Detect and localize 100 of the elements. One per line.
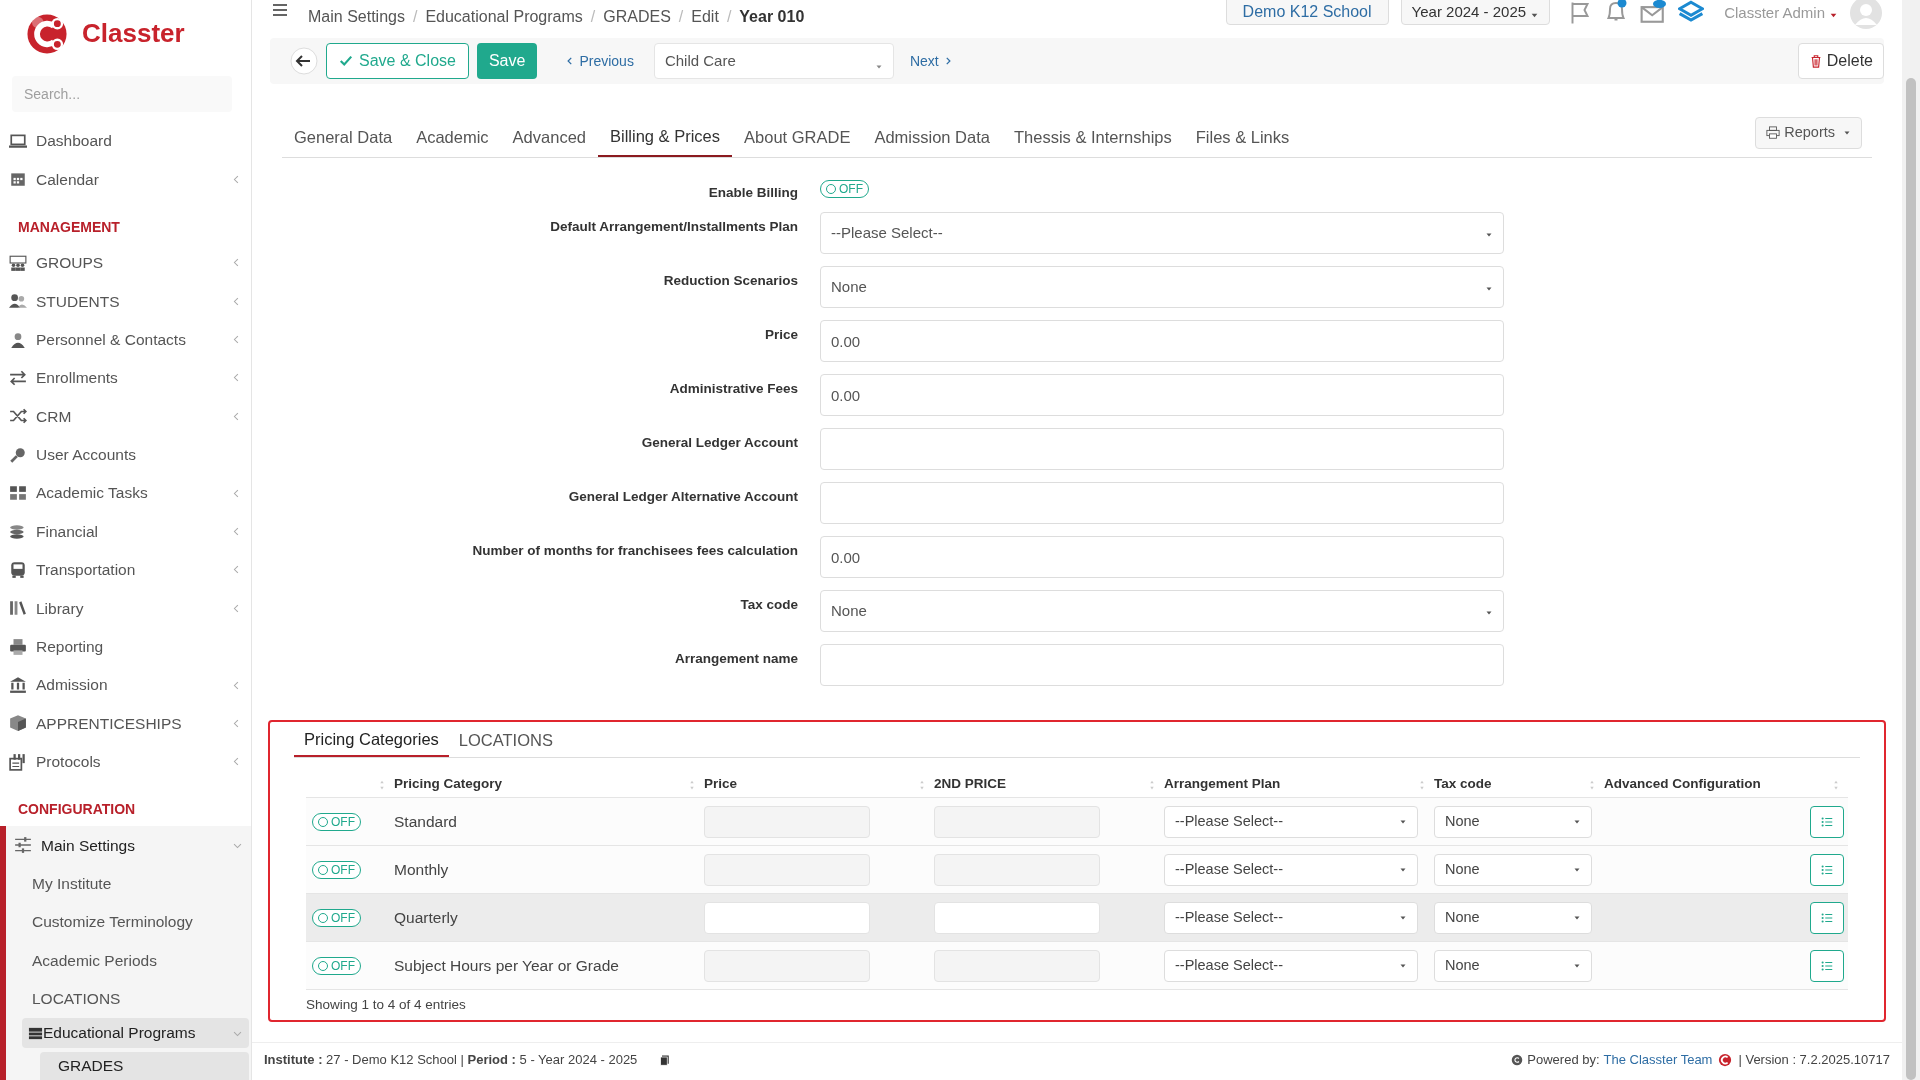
table-cell-text: Standard (394, 811, 458, 832)
team-link[interactable]: The Classter Team (1603, 1049, 1713, 1070)
breadcrumb-link[interactable]: Educational Programs (425, 5, 583, 29)
bus-icon (9, 560, 27, 579)
configure-button[interactable] (1810, 853, 1844, 886)
breadcrumb-link[interactable]: GRADES (603, 5, 671, 29)
sidebar-item[interactable]: Admission (0, 665, 251, 705)
sidebar-item[interactable]: User Accounts (0, 435, 251, 474)
year-dropdown[interactable]: Year 2024 - 2025 (1400, 0, 1551, 25)
select-field[interactable]: None (1434, 805, 1592, 838)
record-dropdown[interactable]: Child Care (653, 43, 894, 79)
reports-button[interactable]: Reports (1755, 117, 1862, 149)
sidebar-subitem[interactable]: LOCATIONS (6, 979, 251, 1018)
section-heading: MANAGEMENT (17, 217, 121, 237)
sidebar-item[interactable]: APPRENTICESHIPS (0, 704, 251, 743)
table-cell-text: Quarterly (394, 907, 459, 928)
select-field[interactable]: --Please Select-- (1164, 805, 1418, 838)
copy-icon (659, 1053, 672, 1066)
column-header[interactable]: Advanced Configuration (1604, 774, 1830, 795)
column-header[interactable]: Pricing Category (394, 774, 686, 795)
field-label: Tax code (739, 596, 798, 614)
sidebar-subitem[interactable]: My Institute (6, 864, 251, 903)
select-field[interactable]: --Please Select-- (1164, 949, 1418, 982)
column-header[interactable]: Price (704, 774, 916, 795)
configure-button[interactable] (1810, 901, 1844, 934)
input-field[interactable] (934, 853, 1100, 886)
select-field[interactable]: None (820, 590, 1504, 632)
select-field[interactable]: --Please Select-- (1164, 901, 1418, 934)
sidebar-item[interactable]: Personnel & Contacts (0, 320, 251, 359)
school-button[interactable]: Demo K12 School (1225, 0, 1389, 25)
sidebar-item[interactable]: STUDENTS (0, 281, 251, 321)
section-heading: CONFIGURATION (17, 800, 137, 820)
layers-icon[interactable] (1678, 0, 1705, 25)
sidebar-item[interactable]: CRM (0, 397, 251, 436)
sidebar-item[interactable]: Protocols (0, 742, 251, 782)
search-field[interactable]: Search... (12, 75, 232, 112)
column-header[interactable]: 2ND PRICE (934, 774, 1146, 795)
input-field[interactable]: 0.00 (820, 320, 1504, 362)
sidebar-subitem[interactable]: Educational Programs (22, 1018, 249, 1048)
previous-link[interactable]: Previous (565, 50, 634, 72)
arrows-icon (9, 368, 27, 387)
mail-icon[interactable] (1640, 0, 1667, 25)
tab[interactable]: Files & Links (1183, 117, 1302, 157)
sidebar-item[interactable]: Enrollments (0, 358, 251, 398)
sidebar-item[interactable]: GROUPS (0, 243, 251, 282)
tab[interactable]: Academic (404, 117, 501, 157)
sidebar-item[interactable]: Financial (0, 512, 251, 551)
users-icon (9, 292, 27, 311)
sidebar-item[interactable]: Main Settings (6, 826, 251, 865)
breadcrumb-link[interactable]: Edit (691, 5, 719, 29)
next-link[interactable]: Next (909, 50, 953, 72)
field-label: Administrative Fees (668, 380, 798, 398)
sidebar-subitem[interactable]: Customize Terminology (6, 902, 251, 942)
tab[interactable]: Pricing Categories (294, 723, 449, 757)
breadcrumb-separator: / (590, 7, 596, 27)
breadcrumb-link[interactable]: Main Settings (308, 5, 405, 29)
sidebar-item[interactable]: Calendar (0, 160, 251, 199)
select-field[interactable]: None (1434, 949, 1592, 982)
select-field[interactable]: --Please Select-- (1164, 853, 1418, 886)
select-field[interactable]: None (1434, 901, 1592, 934)
column-header[interactable]: Arrangement Plan (1164, 774, 1416, 795)
select-field[interactable]: --Please Select-- (820, 212, 1504, 254)
input-field[interactable] (934, 901, 1100, 934)
tab[interactable]: Advanced (500, 117, 598, 157)
input-field[interactable] (704, 805, 870, 838)
input-field[interactable] (820, 644, 1504, 686)
input-field[interactable] (704, 949, 870, 982)
printer-icon (1766, 126, 1781, 140)
input-field[interactable] (820, 428, 1504, 470)
tab[interactable]: Billing & Prices (598, 117, 733, 157)
input-field[interactable] (934, 805, 1100, 838)
tab[interactable]: LOCATIONS (448, 723, 563, 757)
input-field[interactable]: 0.00 (820, 536, 1504, 578)
avatar-icon (1850, 0, 1882, 29)
sidebar-item[interactable]: Dashboard (0, 121, 251, 161)
sidebar-subitem[interactable]: Academic Periods (6, 941, 251, 980)
tab[interactable]: General Data (282, 117, 405, 157)
tab[interactable]: About GRADE (732, 117, 863, 157)
back-button[interactable] (290, 47, 318, 75)
input-field[interactable] (704, 901, 870, 934)
sidebar-item[interactable]: Academic Tasks (0, 473, 251, 513)
select-field[interactable]: None (820, 266, 1504, 308)
tab[interactable]: Thessis & Internships (1002, 117, 1184, 157)
menu-icon[interactable] (272, 2, 288, 18)
input-field[interactable] (820, 482, 1504, 524)
configure-button[interactable] (1810, 949, 1844, 982)
column-header[interactable]: Tax code (1434, 774, 1586, 795)
table-row[interactable]: OFF Quarterly --Please Select-- None (306, 894, 1848, 942)
scrollbar[interactable] (1902, 0, 1920, 1080)
input-field[interactable] (934, 949, 1100, 982)
delete-button[interactable]: Delete (1797, 43, 1884, 79)
input-field[interactable]: 0.00 (820, 374, 1504, 416)
tab[interactable]: Admission Data (862, 117, 1002, 157)
input-field[interactable] (704, 853, 870, 886)
configure-button[interactable] (1810, 805, 1844, 838)
sidebar-item[interactable]: Reporting (0, 627, 251, 666)
select-field[interactable]: None (1434, 853, 1592, 886)
sidebar-item[interactable]: Transportation (0, 550, 251, 590)
sidebar-item[interactable]: Library (0, 589, 251, 628)
sidebar-subitem[interactable]: GRADES (40, 1052, 249, 1080)
